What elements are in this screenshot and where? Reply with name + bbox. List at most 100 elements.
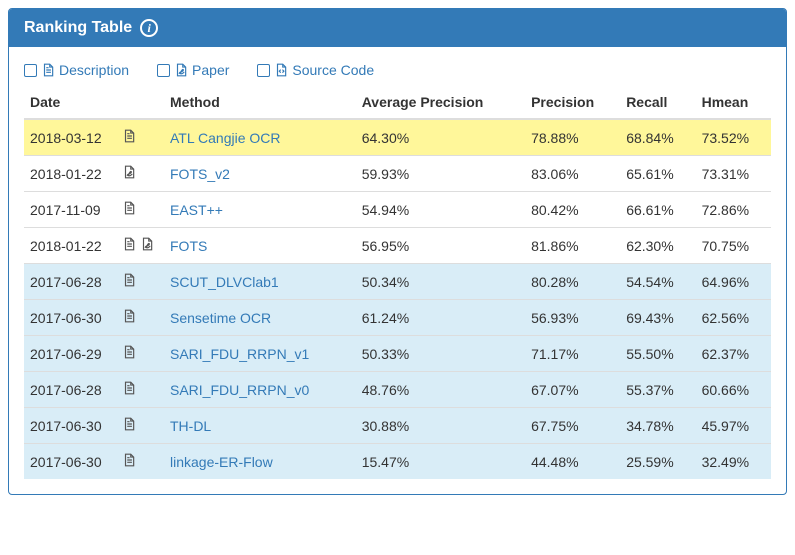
cell-avg-precision: 64.30% bbox=[356, 119, 525, 156]
method-link[interactable]: FOTS_v2 bbox=[170, 166, 230, 182]
cell-date: 2017-06-28 bbox=[24, 264, 116, 300]
cell-method: EAST++ bbox=[164, 192, 356, 228]
cell-hmean: 70.75% bbox=[696, 228, 771, 264]
cell-recall: 34.78% bbox=[620, 408, 695, 444]
info-icon[interactable]: i bbox=[140, 19, 158, 37]
cell-method: linkage-ER-Flow bbox=[164, 444, 356, 480]
cell-method: SCUT_DLVClab1 bbox=[164, 264, 356, 300]
checkbox-icon bbox=[24, 64, 37, 77]
cell-date: 2017-06-30 bbox=[24, 300, 116, 336]
file-text-icon[interactable] bbox=[122, 308, 136, 324]
table-row: 2017-06-28 SARI_FDU_RRPN_v0 48.76%67.07%55… bbox=[24, 372, 771, 408]
file-text-icon bbox=[41, 62, 55, 78]
col-header-recall[interactable]: Recall bbox=[620, 86, 695, 119]
cell-precision: 83.06% bbox=[525, 156, 620, 192]
cell-precision: 67.07% bbox=[525, 372, 620, 408]
cell-hmean: 62.37% bbox=[696, 336, 771, 372]
cell-recall: 55.37% bbox=[620, 372, 695, 408]
cell-avg-precision: 59.93% bbox=[356, 156, 525, 192]
file-text-icon[interactable] bbox=[122, 452, 136, 468]
legend-description[interactable]: Description bbox=[24, 62, 129, 78]
method-link[interactable]: TH-DL bbox=[170, 418, 211, 434]
cell-method: ATL Cangjie OCR bbox=[164, 119, 356, 156]
col-header-date[interactable]: Date bbox=[24, 86, 164, 119]
legend-label: Paper bbox=[192, 62, 229, 78]
cell-icons bbox=[116, 192, 164, 228]
cell-hmean: 72.86% bbox=[696, 192, 771, 228]
file-pdf-icon[interactable] bbox=[122, 164, 136, 180]
cell-precision: 71.17% bbox=[525, 336, 620, 372]
checkbox-icon bbox=[257, 64, 270, 77]
table-row: 2017-06-29SARI_FDU_RRPN_v150.33%71.17%55… bbox=[24, 336, 771, 372]
cell-avg-precision: 30.88% bbox=[356, 408, 525, 444]
method-link[interactable]: EAST++ bbox=[170, 202, 223, 218]
col-header-precision[interactable]: Precision bbox=[525, 86, 620, 119]
cell-hmean: 64.96% bbox=[696, 264, 771, 300]
method-link[interactable]: ATL Cangjie OCR bbox=[170, 130, 280, 146]
cell-hmean: 73.52% bbox=[696, 119, 771, 156]
table-row: 2018-03-12ATL Cangjie OCR64.30%78.88%68.… bbox=[24, 119, 771, 156]
file-pdf-icon[interactable] bbox=[140, 236, 154, 252]
file-text-icon[interactable] bbox=[122, 344, 136, 360]
cell-precision: 44.48% bbox=[525, 444, 620, 480]
legend-paper[interactable]: Paper bbox=[157, 62, 229, 78]
table-row: 2018-01-22FOTS56.95%81.86%62.30%70.75% bbox=[24, 228, 771, 264]
file-text-icon[interactable] bbox=[122, 380, 136, 396]
cell-precision: 80.28% bbox=[525, 264, 620, 300]
cell-icons bbox=[116, 372, 164, 408]
method-link[interactable]: Sensetime OCR bbox=[170, 310, 271, 326]
panel-body: Description Paper Source Code Date Metho… bbox=[9, 47, 786, 494]
legend-label: Description bbox=[59, 62, 129, 78]
table-row: 2017-11-09EAST++54.94%80.42%66.61%72.86% bbox=[24, 192, 771, 228]
cell-precision: 56.93% bbox=[525, 300, 620, 336]
method-link[interactable]: linkage-ER-Flow bbox=[170, 454, 273, 470]
legend-label: Source Code bbox=[292, 62, 374, 78]
cell-hmean: 32.49% bbox=[696, 444, 771, 480]
cell-icons bbox=[116, 156, 164, 192]
cell-method: TH-DL bbox=[164, 408, 356, 444]
col-header-method[interactable]: Method bbox=[164, 86, 356, 119]
table-row: 2017-06-28SCUT_DLVClab150.34%80.28%54.54… bbox=[24, 264, 771, 300]
file-text-icon[interactable] bbox=[122, 272, 136, 288]
legend-source-code[interactable]: Source Code bbox=[257, 62, 374, 78]
cell-recall: 65.61% bbox=[620, 156, 695, 192]
method-link[interactable]: SARI_FDU_RRPN_v1 bbox=[170, 346, 309, 362]
cell-date: 2017-06-30 bbox=[24, 444, 116, 480]
cell-hmean: 60.66% bbox=[696, 372, 771, 408]
table-header-row: Date Method Average Precision Precision … bbox=[24, 86, 771, 119]
method-link[interactable]: SCUT_DLVClab1 bbox=[170, 274, 279, 290]
checkbox-icon bbox=[157, 64, 170, 77]
cell-avg-precision: 61.24% bbox=[356, 300, 525, 336]
cell-precision: 81.86% bbox=[525, 228, 620, 264]
cell-icons bbox=[116, 408, 164, 444]
cell-method: Sensetime OCR bbox=[164, 300, 356, 336]
cell-date: 2017-06-28 bbox=[24, 372, 116, 408]
table-row: 2017-06-30linkage-ER-Flow15.47%44.48%25.… bbox=[24, 444, 771, 480]
cell-recall: 62.30% bbox=[620, 228, 695, 264]
cell-recall: 54.54% bbox=[620, 264, 695, 300]
cell-avg-precision: 50.33% bbox=[356, 336, 525, 372]
method-link[interactable]: FOTS bbox=[170, 238, 207, 254]
legend: Description Paper Source Code bbox=[24, 62, 771, 78]
method-link[interactable]: SARI_FDU_RRPN_v0 bbox=[170, 382, 309, 398]
file-text-icon[interactable] bbox=[122, 200, 136, 216]
file-text-icon[interactable] bbox=[122, 236, 136, 252]
cell-date: 2018-01-22 bbox=[24, 156, 116, 192]
cell-avg-precision: 54.94% bbox=[356, 192, 525, 228]
cell-avg-precision: 48.76% bbox=[356, 372, 525, 408]
file-text-icon[interactable] bbox=[122, 416, 136, 432]
cell-icons bbox=[116, 300, 164, 336]
col-header-hmean[interactable]: Hmean bbox=[696, 86, 771, 119]
cell-icons bbox=[116, 336, 164, 372]
table-row: 2018-01-22FOTS_v259.93%83.06%65.61%73.31… bbox=[24, 156, 771, 192]
file-pdf-icon bbox=[174, 62, 188, 78]
cell-date: 2017-06-30 bbox=[24, 408, 116, 444]
cell-icons bbox=[116, 119, 164, 156]
cell-recall: 68.84% bbox=[620, 119, 695, 156]
cell-date: 2018-03-12 bbox=[24, 119, 116, 156]
cell-method: SARI_FDU_RRPN_v0 bbox=[164, 372, 356, 408]
col-header-avg-precision[interactable]: Average Precision bbox=[356, 86, 525, 119]
cell-icons bbox=[116, 444, 164, 480]
file-text-icon[interactable] bbox=[122, 128, 136, 144]
cell-method: FOTS_v2 bbox=[164, 156, 356, 192]
